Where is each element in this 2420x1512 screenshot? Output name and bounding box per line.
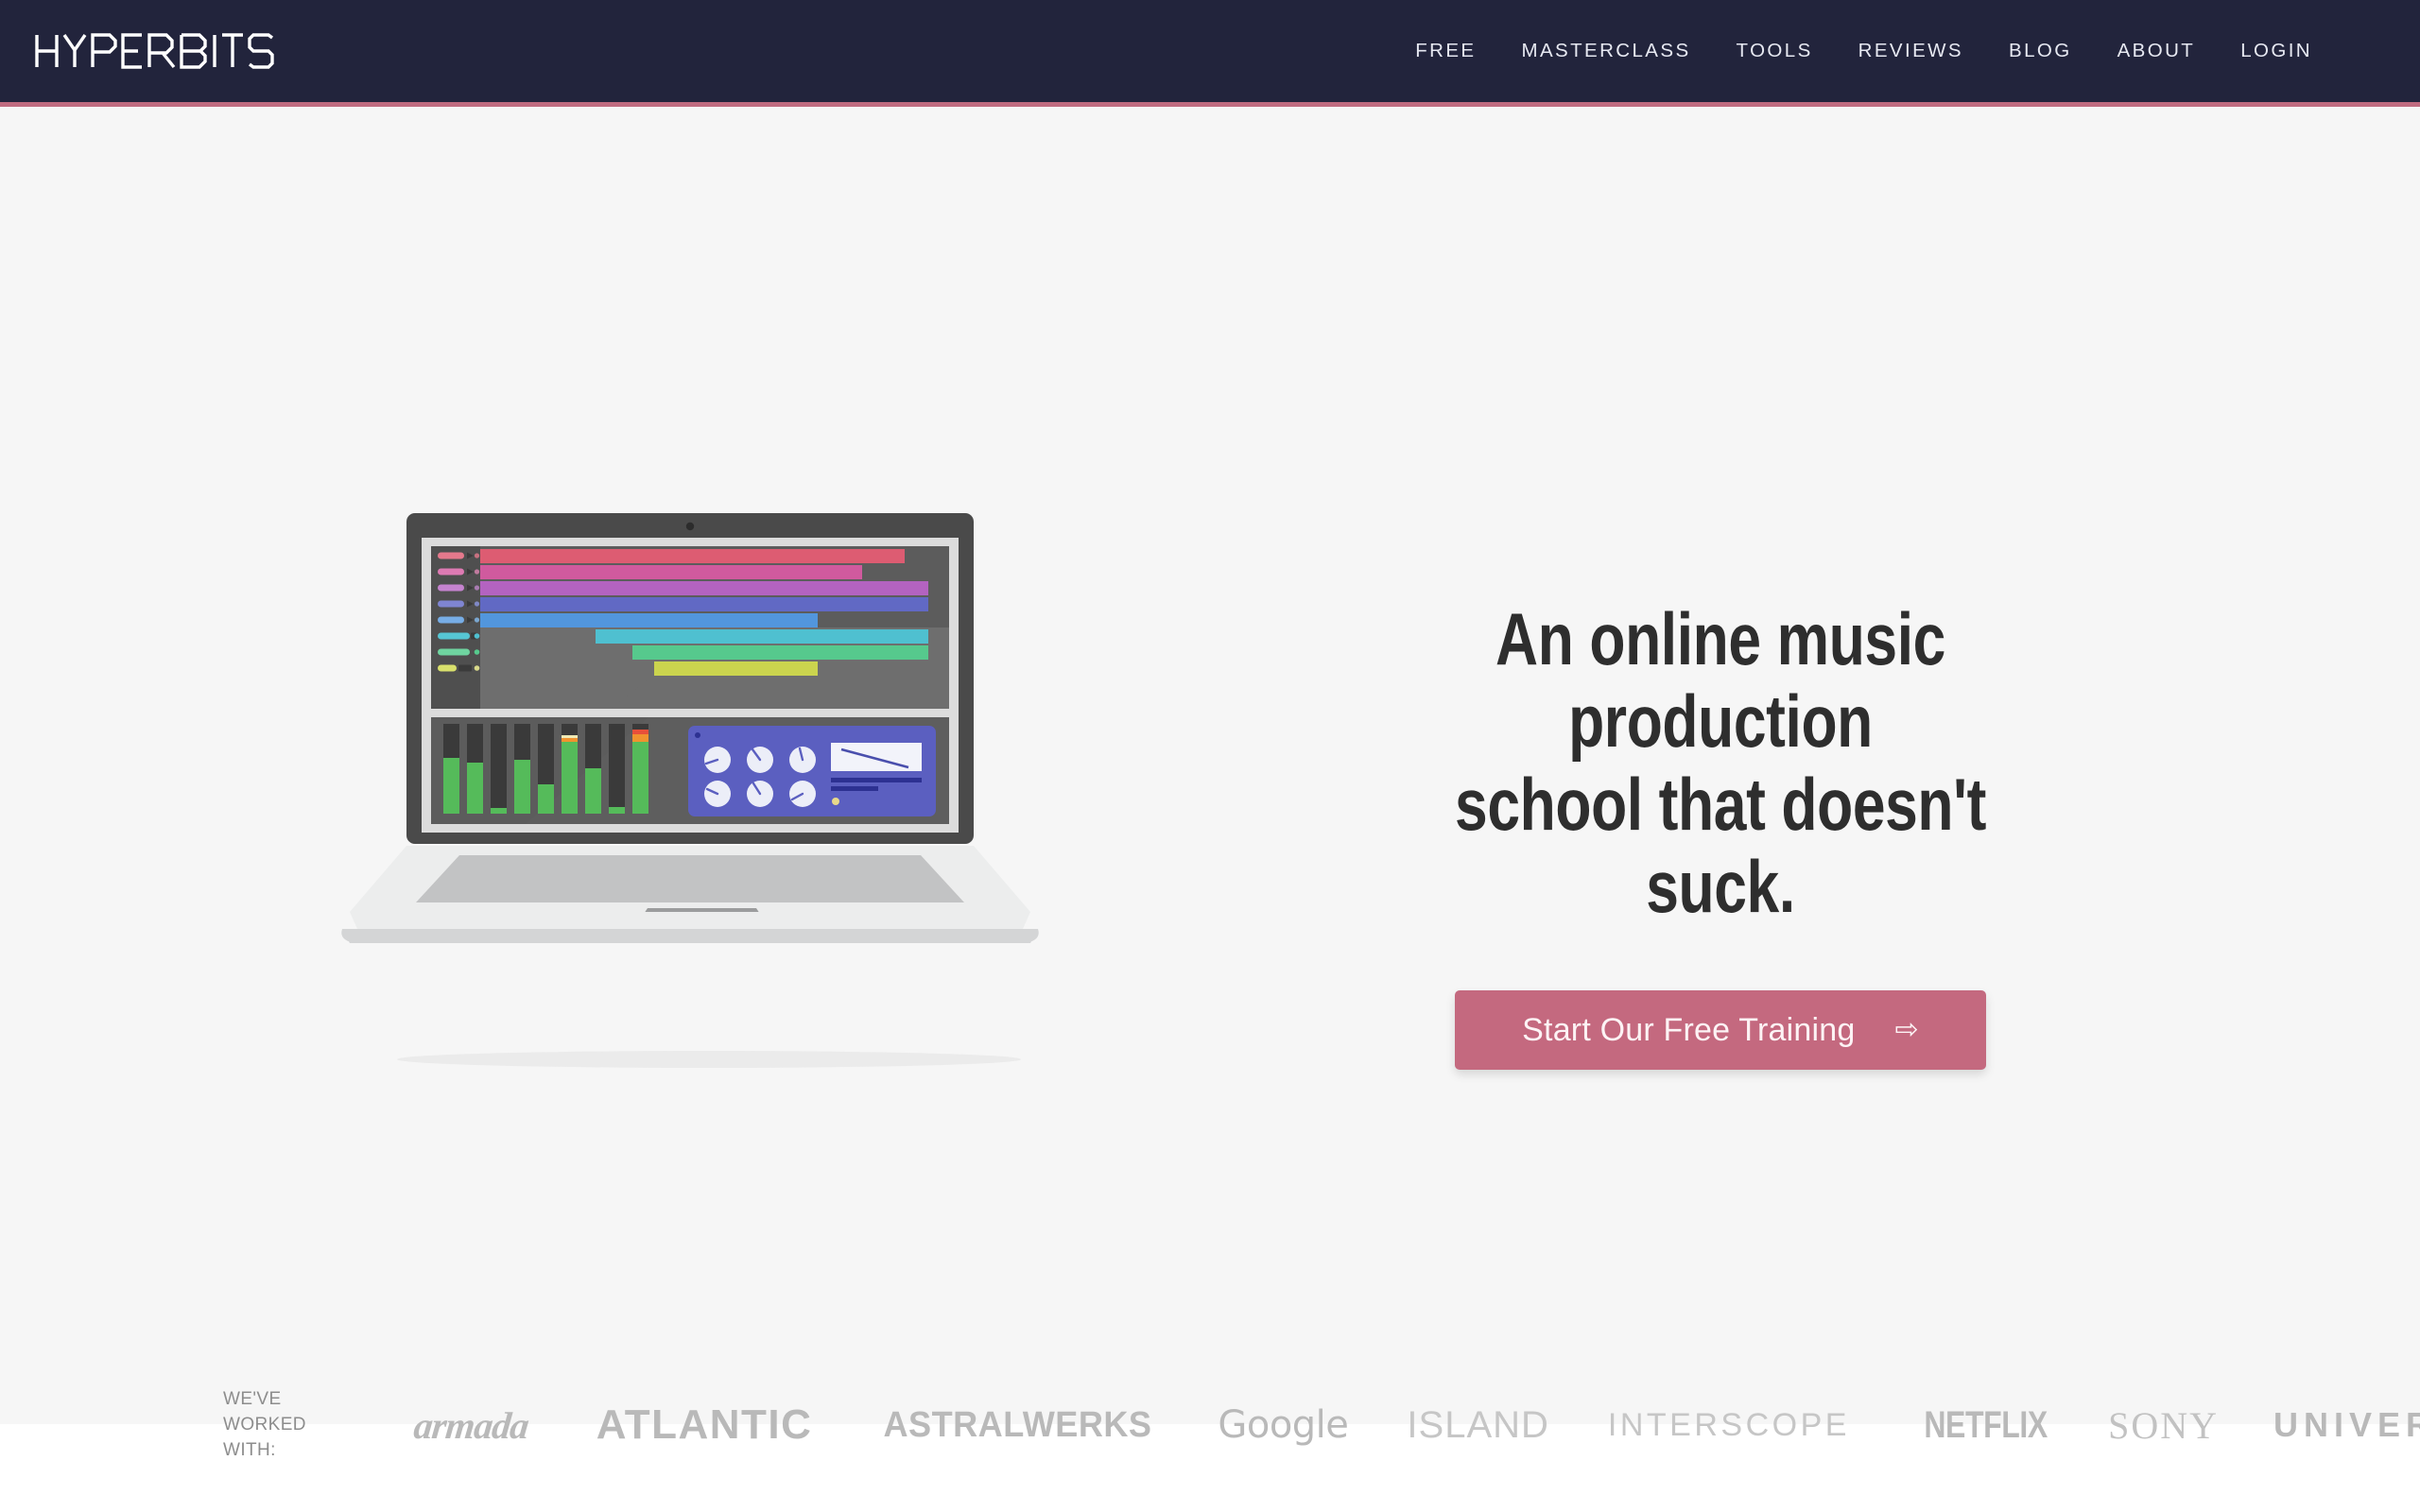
- brand-logo-universal: UNIVERSAL: [2273, 1405, 2420, 1445]
- hero-copy: An online music production school that d…: [1305, 597, 2136, 1071]
- page-title: An online music production school that d…: [1455, 597, 1986, 929]
- nav-item-about[interactable]: ABOUT: [2095, 30, 2219, 72]
- brand-logo-netflix: NETFLIX: [1924, 1403, 2048, 1446]
- brand-logo-google: Google: [1218, 1403, 1349, 1448]
- nav-item-tools[interactable]: TOOLS: [1714, 30, 1836, 72]
- brand-logo-sony: SONY: [2108, 1403, 2220, 1447]
- hyperbits-wordmark-icon: HYPERBITS: [35, 33, 274, 69]
- cta-label: Start Our Free Training: [1522, 1011, 1856, 1048]
- nav-item-blog[interactable]: BLOG: [1986, 30, 2095, 72]
- laptop-daw-illustration: [312, 513, 1097, 1071]
- client-logo-strip: WE'VE WORKED WITH: armada ATLANTIC ASTRA…: [0, 1387, 2420, 1464]
- cta-wrapper: Start Our Free Training ⇨: [1305, 990, 2136, 1071]
- brand-logo-atlantic: ATLANTIC: [596, 1401, 813, 1449]
- worked-with-label: WE'VE WORKED WITH:: [223, 1389, 306, 1460]
- site-header: HYPERBITS FREE MASTERCLASS TOOLS REVIEWS…: [0, 0, 2420, 107]
- start-free-training-button[interactable]: Start Our Free Training ⇨: [1455, 990, 1986, 1071]
- nav-item-reviews[interactable]: REVIEWS: [1836, 30, 1986, 72]
- hyperbits-logo[interactable]: HYPERBITS: [34, 29, 280, 73]
- nav-item-free[interactable]: FREE: [1392, 30, 1498, 72]
- main-navigation: FREE MASTERCLASS TOOLS REVIEWS BLOG ABOU…: [1392, 30, 2335, 72]
- brand-logo-interscope: INTERSCOPE: [1607, 1406, 1850, 1443]
- nav-item-masterclass[interactable]: MASTERCLASS: [1498, 30, 1713, 72]
- nav-item-login[interactable]: LOGIN: [2218, 30, 2335, 72]
- brand-logo-astralwerks: ASTRALWERKS: [883, 1404, 1152, 1445]
- hero-section: An online music production school that d…: [0, 107, 2420, 1460]
- arrow-right-icon: ⇨: [1894, 1014, 1919, 1046]
- brand-logo-island: ISLAND: [1407, 1403, 1549, 1446]
- brand-logo-armada: armada: [411, 1403, 531, 1447]
